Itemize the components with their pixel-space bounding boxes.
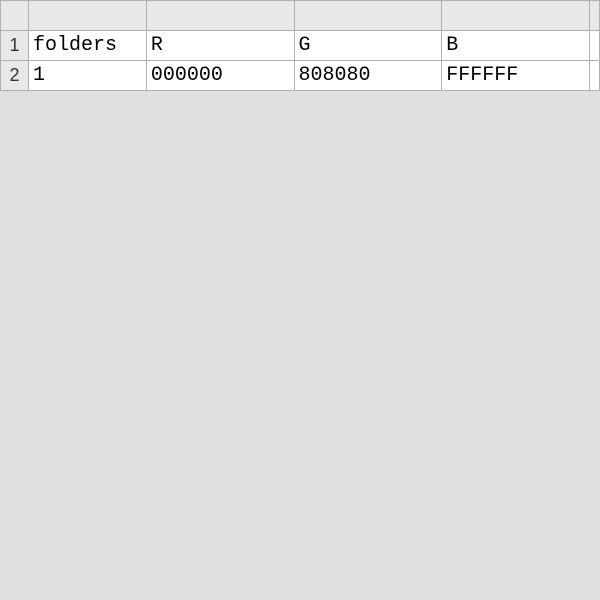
cell-a1[interactable]: folders bbox=[28, 31, 146, 61]
cell-b1[interactable]: R bbox=[146, 31, 294, 61]
row-header-1[interactable]: 1 bbox=[1, 31, 29, 61]
cell-e1[interactable] bbox=[589, 31, 599, 61]
column-header-e[interactable] bbox=[589, 1, 599, 31]
cell-d1[interactable]: B bbox=[442, 31, 590, 61]
table-row: 2 1 000000 808080 FFFFFF bbox=[1, 61, 600, 91]
cell-c1[interactable]: G bbox=[294, 31, 442, 61]
cell-e2[interactable] bbox=[589, 61, 599, 91]
spreadsheet-grid[interactable]: 1 folders R G B 2 1 000000 808080 FFFFFF bbox=[0, 0, 600, 91]
column-header-c[interactable] bbox=[294, 1, 442, 31]
row-header-2[interactable]: 2 bbox=[1, 61, 29, 91]
column-header-row bbox=[1, 1, 600, 31]
column-header-a[interactable] bbox=[28, 1, 146, 31]
column-header-d[interactable] bbox=[442, 1, 590, 31]
cell-b2[interactable]: 000000 bbox=[146, 61, 294, 91]
column-header-b[interactable] bbox=[146, 1, 294, 31]
cell-a2[interactable]: 1 bbox=[28, 61, 146, 91]
cell-d2[interactable]: FFFFFF bbox=[442, 61, 590, 91]
table-row: 1 folders R G B bbox=[1, 31, 600, 61]
corner-cell[interactable] bbox=[1, 1, 29, 31]
cell-c2[interactable]: 808080 bbox=[294, 61, 442, 91]
